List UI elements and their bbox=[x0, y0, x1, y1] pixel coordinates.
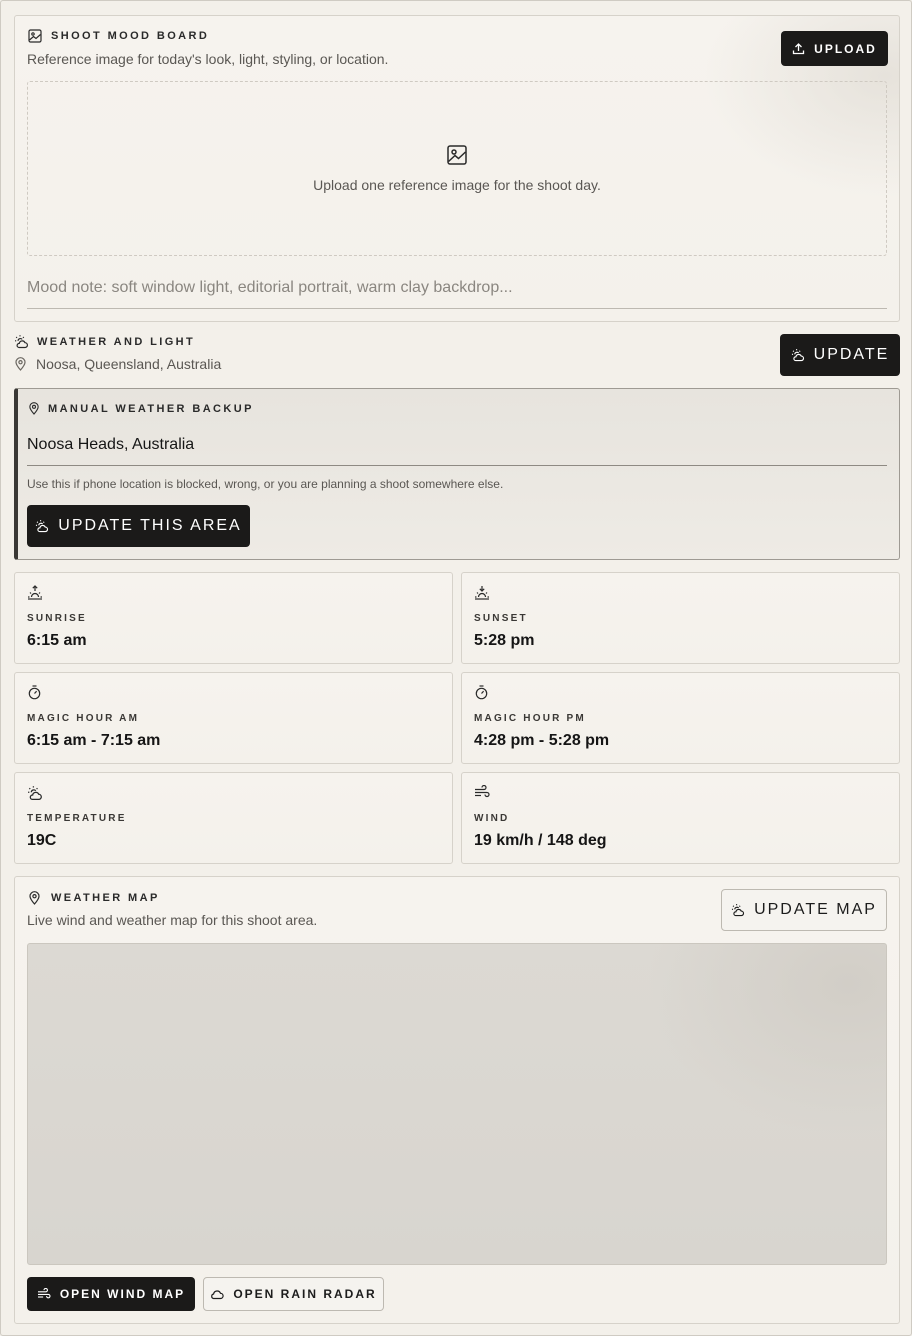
cloud-sun-icon bbox=[731, 903, 745, 917]
manual-backup-card: MANUAL WEATHER BACKUP Noosa Heads, Austr… bbox=[14, 388, 900, 560]
location-pin-icon bbox=[28, 402, 40, 415]
magic-hour-pm-label: MAGIC HOUR PM bbox=[474, 713, 586, 724]
manual-location-value: Noosa Heads, Australia bbox=[27, 436, 195, 453]
open-rain-radar-label: OPEN RAIN RADAR bbox=[233, 1287, 377, 1301]
location-pin-icon bbox=[14, 357, 27, 371]
magic-hour-pm-card: MAGIC HOUR PM 4:28 pm - 5:28 pm bbox=[461, 672, 900, 764]
weather-location: Noosa, Queensland, Australia bbox=[36, 356, 222, 372]
cloud-icon bbox=[210, 1289, 224, 1300]
upload-label: UPLOAD bbox=[814, 41, 877, 56]
dropzone-text: Upload one reference image for the shoot… bbox=[313, 177, 601, 193]
open-wind-map-label: OPEN WIND MAP bbox=[59, 1287, 186, 1301]
sunset-icon bbox=[474, 585, 490, 600]
open-rain-radar-button[interactable]: OPEN RAIN RADAR bbox=[203, 1277, 384, 1311]
timer-icon bbox=[474, 685, 489, 700]
magic-hour-am-value: 6:15 am - 7:15 am bbox=[27, 732, 161, 749]
sunset-label: SUNSET bbox=[474, 613, 528, 624]
magic-hour-pm-value: 4:28 pm - 5:28 pm bbox=[474, 732, 610, 749]
weather-update-label: UPDATE bbox=[813, 346, 890, 363]
update-area-label: UPDATE THIS AREA bbox=[58, 517, 242, 534]
temperature-value: 19C bbox=[27, 832, 57, 849]
magic-hour-am-label: MAGIC HOUR AM bbox=[27, 713, 140, 724]
manual-backup-title: MANUAL WEATHER BACKUP bbox=[48, 403, 254, 415]
upload-icon bbox=[792, 42, 805, 55]
image-placeholder-icon bbox=[446, 144, 468, 166]
cloud-sun-icon bbox=[791, 348, 805, 362]
update-area-button[interactable]: UPDATE THIS AREA bbox=[27, 505, 250, 547]
temperature-card: TEMPERATURE 19C bbox=[14, 772, 453, 864]
manual-backup-help: Use this if phone location is blocked, w… bbox=[27, 477, 504, 491]
weather-update-button[interactable]: UPDATE bbox=[780, 334, 900, 376]
weather-map-embed[interactable] bbox=[27, 943, 887, 1265]
magic-hour-am-card: MAGIC HOUR AM 6:15 am - 7:15 am bbox=[14, 672, 453, 764]
weather-map-subtitle: Live wind and weather map for this shoot… bbox=[27, 912, 318, 928]
wind-card: WIND 19 km/h / 148 deg bbox=[461, 772, 900, 864]
mood-board-card: SHOOT MOOD BOARD Reference image for tod… bbox=[14, 15, 900, 322]
manual-location-input[interactable]: Noosa Heads, Australia bbox=[27, 429, 887, 466]
timer-icon bbox=[27, 685, 42, 700]
mood-board-title: SHOOT MOOD BOARD bbox=[51, 30, 210, 42]
sunset-value: 5:28 pm bbox=[474, 632, 535, 649]
location-pin-icon bbox=[28, 891, 41, 905]
sunrise-value: 6:15 am bbox=[27, 632, 87, 649]
wind-value: 19 km/h / 148 deg bbox=[474, 832, 607, 849]
sunrise-icon bbox=[27, 585, 43, 600]
weather-title: WEATHER AND LIGHT bbox=[37, 336, 196, 348]
image-icon bbox=[28, 29, 42, 43]
mood-note-placeholder: Mood note: soft window light, editorial … bbox=[27, 279, 513, 296]
mood-note-input[interactable]: Mood note: soft window light, editorial … bbox=[27, 276, 887, 309]
weather-map-title: WEATHER MAP bbox=[51, 892, 160, 904]
update-map-button[interactable]: UPDATE MAP bbox=[721, 889, 887, 931]
mood-board-subtitle: Reference image for today's look, light,… bbox=[27, 51, 389, 67]
temperature-label: TEMPERATURE bbox=[27, 813, 127, 824]
sunrise-label: SUNRISE bbox=[27, 613, 87, 624]
wind-label: WIND bbox=[474, 813, 510, 824]
upload-button[interactable]: UPLOAD bbox=[781, 31, 888, 66]
image-dropzone[interactable]: Upload one reference image for the shoot… bbox=[27, 81, 887, 256]
open-wind-map-button[interactable]: OPEN WIND MAP bbox=[27, 1277, 195, 1311]
update-map-label: UPDATE MAP bbox=[754, 901, 877, 918]
cloud-sun-icon bbox=[14, 334, 29, 349]
app-frame: SHOOT MOOD BOARD Reference image for tod… bbox=[0, 0, 912, 1336]
wind-icon bbox=[474, 785, 490, 799]
sunset-card: SUNSET 5:28 pm bbox=[461, 572, 900, 664]
weather-map-card: WEATHER MAP Live wind and weather map fo… bbox=[14, 876, 900, 1324]
sunrise-card: SUNRISE 6:15 am bbox=[14, 572, 453, 664]
wind-icon bbox=[37, 1288, 51, 1300]
cloud-sun-icon bbox=[35, 519, 49, 533]
cloud-sun-icon bbox=[27, 785, 43, 801]
